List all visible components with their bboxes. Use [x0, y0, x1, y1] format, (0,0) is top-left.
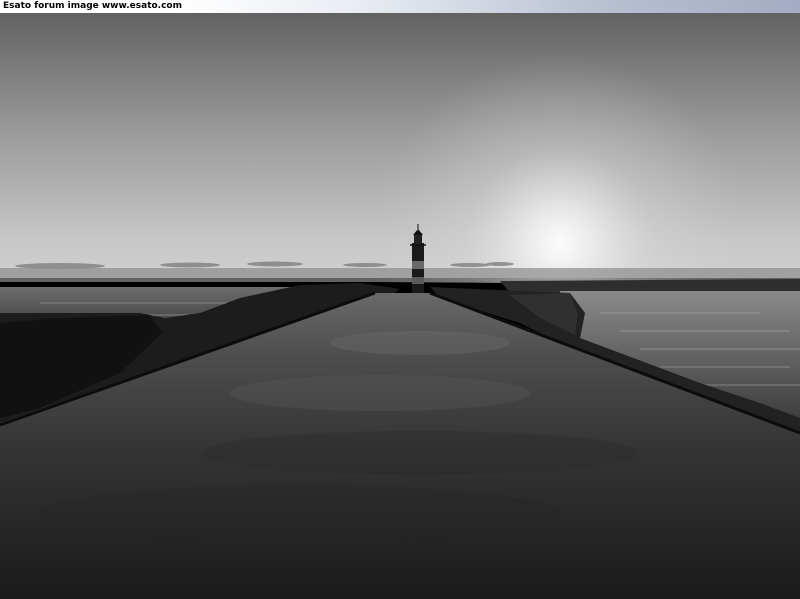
image-caption: Esato forum image www.esato.com [3, 1, 182, 11]
pier-photo [0, 13, 800, 599]
photo-canvas [0, 13, 800, 599]
sun-glow [0, 13, 800, 283]
image-caption-bar: Esato forum image www.esato.com [0, 0, 800, 13]
forum-image-page: Esato forum image www.esato.com [0, 0, 800, 599]
